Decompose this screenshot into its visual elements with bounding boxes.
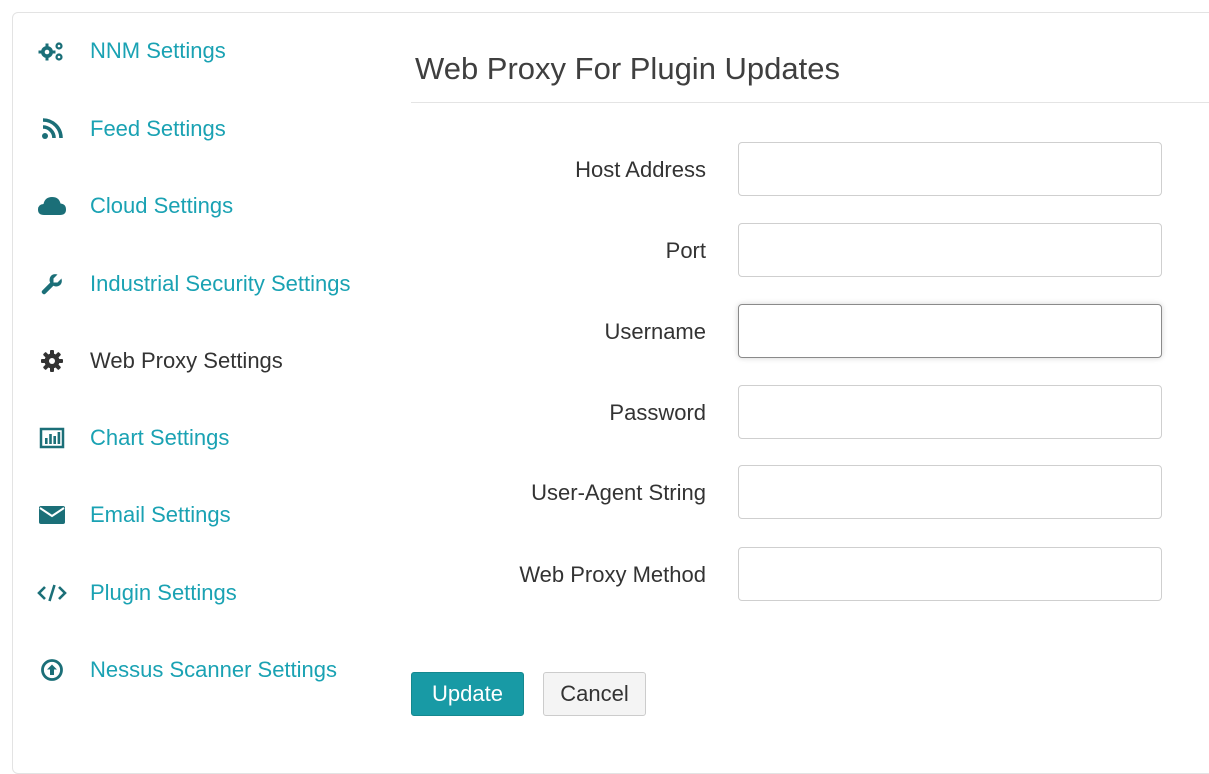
- host-address-input[interactable]: [738, 142, 1162, 196]
- settings-panel: NNM Settings Feed Settings Cloud Setting…: [12, 12, 1209, 774]
- sidebar-item-plugin-settings[interactable]: Plugin Settings: [37, 573, 237, 613]
- form-row-web-proxy-method: Web Proxy Method: [411, 547, 1181, 603]
- sidebar-item-chart-settings[interactable]: Chart Settings: [37, 418, 229, 458]
- sidebar-item-feed-settings[interactable]: Feed Settings: [37, 109, 226, 149]
- web-proxy-method-input[interactable]: [738, 547, 1162, 601]
- form-row-port: Port: [411, 223, 1181, 279]
- form-row-user-agent-string: User-Agent String: [411, 465, 1181, 521]
- web-proxy-method-label: Web Proxy Method: [519, 562, 706, 587]
- sidebar-item-label: Plugin Settings: [90, 580, 237, 605]
- password-label: Password: [609, 400, 706, 425]
- user-agent-string-input[interactable]: [738, 465, 1162, 519]
- gear-icon: [37, 349, 67, 373]
- cancel-button[interactable]: Cancel: [543, 672, 646, 716]
- form-row-username: Username: [411, 304, 1181, 360]
- sidebar-item-label: Chart Settings: [90, 425, 230, 450]
- sidebar-item-label: Industrial Security Settings: [90, 271, 351, 296]
- port-input[interactable]: [738, 223, 1162, 277]
- sidebar-item-label: NNM Settings: [90, 38, 226, 63]
- settings-sidebar: NNM Settings Feed Settings Cloud Setting…: [13, 13, 403, 773]
- user-agent-string-label: User-Agent String: [531, 480, 706, 505]
- update-button[interactable]: Update: [411, 672, 524, 716]
- sidebar-item-industrial-security-settings[interactable]: Industrial Security Settings: [37, 264, 350, 304]
- sidebar-item-label: Web Proxy Settings: [90, 348, 283, 373]
- sidebar-item-label: Feed Settings: [90, 116, 226, 141]
- username-label: Username: [604, 319, 706, 344]
- arrow-circle-up-icon: [37, 658, 67, 682]
- sidebar-item-label: Email Settings: [90, 502, 231, 527]
- sidebar-item-web-proxy-settings[interactable]: Web Proxy Settings: [37, 341, 283, 381]
- rss-icon: [37, 117, 67, 141]
- envelope-icon: [37, 503, 67, 527]
- sidebar-item-label: Cloud Settings: [90, 193, 234, 218]
- form-row-password: Password: [411, 385, 1181, 441]
- code-icon: [37, 581, 67, 605]
- wrench-icon: [37, 272, 67, 296]
- sidebar-item-email-settings[interactable]: Email Settings: [37, 495, 231, 535]
- username-input[interactable]: [738, 304, 1162, 358]
- sidebar-item-cloud-settings[interactable]: Cloud Settings: [37, 186, 233, 226]
- cloud-icon: [37, 194, 67, 218]
- sidebar-item-label: Nessus Scanner Settings: [90, 657, 338, 682]
- page-title: Web Proxy For Plugin Updates: [415, 51, 841, 86]
- bar-chart-icon: [37, 426, 67, 450]
- gears-icon: [37, 39, 67, 63]
- host-address-label: Host Address: [575, 157, 706, 182]
- sidebar-item-nessus-scanner-settings[interactable]: Nessus Scanner Settings: [37, 650, 337, 690]
- title-divider: [411, 102, 1209, 103]
- sidebar-item-nnm-settings[interactable]: NNM Settings: [37, 31, 226, 71]
- password-input[interactable]: [738, 385, 1162, 439]
- main-content: Web Proxy For Plugin Updates Host Addres…: [411, 13, 1209, 773]
- form-row-host-address: Host Address: [411, 142, 1181, 198]
- port-label: Port: [665, 238, 706, 263]
